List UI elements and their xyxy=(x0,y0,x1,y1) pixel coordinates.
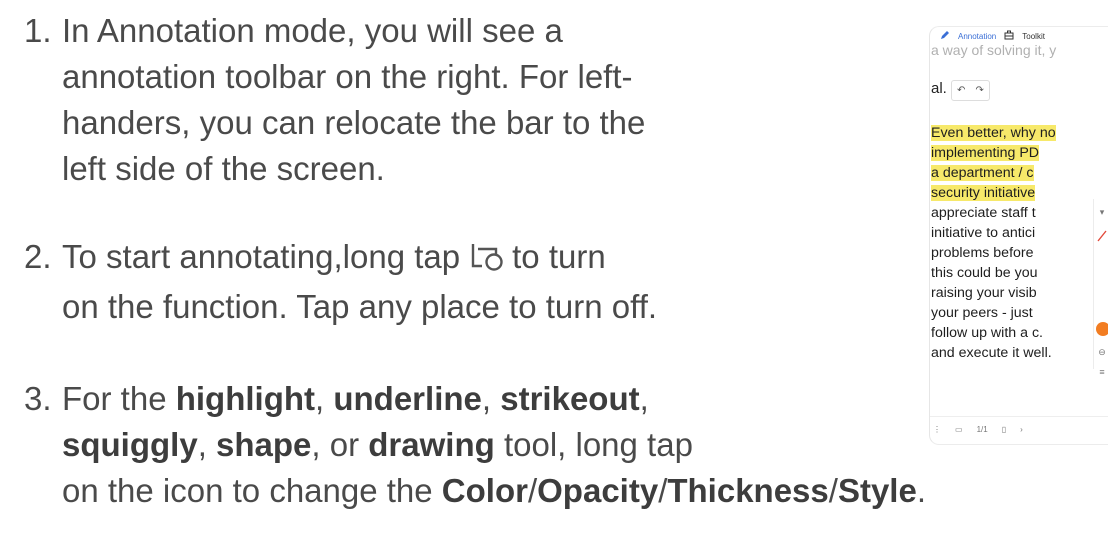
slash: / xyxy=(527,472,538,509)
doc-line: Even better, why no xyxy=(931,125,1056,141)
step-number: 2. xyxy=(24,238,52,275)
annotation-side-toolbar: ▾ ⊖ ≡ xyxy=(1093,199,1108,377)
tool-highlight: highlight xyxy=(175,380,316,417)
document-text: Even better, why no implementing PD a de… xyxy=(931,123,1056,363)
doc-line: security initiative xyxy=(931,185,1036,201)
comma: , xyxy=(639,380,649,417)
pencil-icon[interactable] xyxy=(940,30,950,42)
comma: , xyxy=(315,380,325,417)
doc-fragment: al. xyxy=(931,80,947,97)
step-1-line-3: handers, you can relocate the bar to the xyxy=(62,104,646,141)
doc-line: follow up with a c. xyxy=(931,325,1043,341)
option-opacity: Opacity xyxy=(537,472,659,509)
doc-line: and execute it well. xyxy=(931,345,1052,361)
step-3-prefix: For the xyxy=(62,380,167,417)
slash: / xyxy=(658,472,668,509)
tool-underline: underline xyxy=(333,380,482,417)
option-style: Style xyxy=(837,472,917,509)
overflow-icon[interactable]: ⋮ xyxy=(933,425,941,434)
step-2-text-before: To start annotating,long tap xyxy=(62,238,461,275)
crop-circle-icon xyxy=(470,238,506,284)
doc-line: this could be you xyxy=(931,265,1038,281)
step-3-line-3-prefix: on the icon to change the xyxy=(62,472,433,509)
step-1: 1. In Annotation mode, you will see a ann… xyxy=(24,8,645,192)
page-indicator: 1/1 xyxy=(976,424,988,434)
toolkit-icon[interactable] xyxy=(1004,30,1014,42)
tab-toolkit[interactable]: Toolkit xyxy=(1022,32,1045,41)
bottom-bar: ⋮ ▭ 1/1 ▯ › xyxy=(930,417,1108,441)
doc-line: appreciate staff t xyxy=(931,205,1036,221)
doc-line: implementing PD xyxy=(931,145,1040,161)
option-thickness: Thickness xyxy=(667,472,829,509)
tool-suffix: tool, long tap xyxy=(503,426,693,463)
step-1-line-1: In Annotation mode, you will see a xyxy=(62,12,563,49)
step-2: 2. To start annotating,long tap to turn on… xyxy=(24,234,657,330)
app-screenshot: Annotation Toolkit a way of solving it, … xyxy=(929,26,1108,445)
doc-line: your peers - just xyxy=(931,305,1033,321)
tab-annotation[interactable]: Annotation xyxy=(958,32,996,41)
tool-shape: shape xyxy=(216,426,312,463)
doc-line: a department / c xyxy=(931,165,1034,181)
option-color: Color xyxy=(441,472,528,509)
eraser-icon[interactable]: ⊖ xyxy=(1094,347,1108,358)
book-icon[interactable]: ▭ xyxy=(955,425,963,434)
undo-redo-group: ↶ ↷ xyxy=(951,80,990,101)
step-1-line-4: left side of the screen. xyxy=(62,150,385,187)
slash: / xyxy=(828,472,838,509)
tool-squiggly: squiggly xyxy=(62,426,198,463)
doc-line: raising your visib xyxy=(931,285,1037,301)
bookmark-icon[interactable]: ▯ xyxy=(1002,425,1006,434)
tool-drawing: drawing xyxy=(368,426,495,463)
chevron-down-icon[interactable]: ▾ xyxy=(1094,207,1108,218)
step-1-line-2: annotation toolbar on the right. For lef… xyxy=(62,58,633,95)
tool-strikeout: strikeout xyxy=(500,380,640,417)
step-3: 3. For the highlight, underline, strikeou… xyxy=(24,376,926,514)
comma-or: , or xyxy=(311,426,360,463)
annotation-toolbar: Annotation Toolkit xyxy=(940,30,1045,42)
redo-icon[interactable]: ↷ xyxy=(976,85,984,96)
undo-icon[interactable]: ↶ xyxy=(957,85,965,96)
comma: , xyxy=(481,380,492,417)
period: . xyxy=(916,472,926,509)
pen-tool-icon[interactable] xyxy=(1094,229,1108,245)
comma: , xyxy=(197,426,207,463)
menu-lines-icon[interactable]: ≡ xyxy=(1094,367,1108,377)
faded-text: a way of solving it, y xyxy=(931,42,1057,58)
chevron-right-icon[interactable]: › xyxy=(1020,425,1023,434)
step-number: 3. xyxy=(24,380,52,417)
step-2-text-after: to turn xyxy=(512,238,606,275)
step-number: 1. xyxy=(24,12,52,49)
color-picker-dot[interactable] xyxy=(1096,322,1108,336)
step-2-line-2: on the function. Tap any place to turn o… xyxy=(62,288,658,325)
doc-line: initiative to antici xyxy=(931,225,1036,241)
doc-line: problems before xyxy=(931,245,1034,261)
